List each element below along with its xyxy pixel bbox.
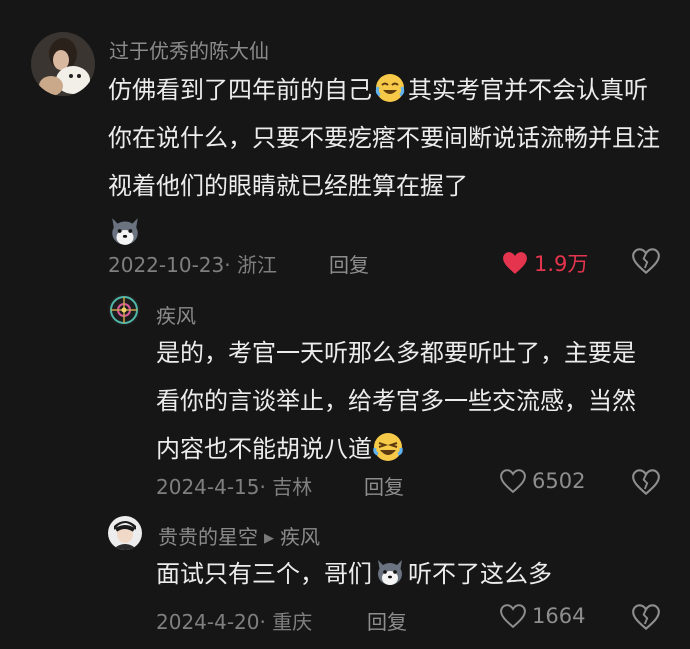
heart-outline-icon bbox=[500, 469, 526, 493]
reply-meta: 2024-4-15· 吉林 bbox=[156, 475, 313, 499]
avatar[interactable] bbox=[108, 516, 142, 550]
comment-text-part1: 仿佛看到了四年前的自己 bbox=[108, 76, 372, 104]
like-count: 1.9万 bbox=[534, 252, 589, 276]
like-button[interactable]: 1664 bbox=[500, 604, 585, 628]
reply-button[interactable]: 回复 bbox=[364, 471, 404, 500]
broken-heart-icon bbox=[632, 469, 660, 496]
heart-icon bbox=[503, 252, 527, 274]
reply-text: 是的，考官一天听那么多都要听吐了，主要是看你的言谈举止，给考官多一些交流感，当然… bbox=[156, 329, 656, 473]
play-arrow-icon: ▶ bbox=[264, 531, 274, 546]
reply-text-part2: 听不了这么多 bbox=[408, 560, 552, 588]
reply-text-part1: 面试只有三个，哥们 bbox=[156, 560, 372, 588]
username[interactable]: 疾风 bbox=[156, 300, 196, 329]
avatar-image bbox=[31, 32, 95, 96]
reply-item: 贵贵的星空 ▶ 疾风 面试只有三个，哥们 听不了这么多 2024-4-20· 重庆 … bbox=[0, 500, 690, 649]
like-button[interactable]: 1.9万 bbox=[502, 248, 588, 278]
laughing-emoji bbox=[373, 433, 403, 461]
heart-outline-icon bbox=[500, 604, 526, 628]
reply-text: 面试只有三个，哥们 听不了这么多 bbox=[156, 550, 656, 598]
comment-text: 仿佛看到了四年前的自己 其实考官并不会认真听你在说什么，只要不要疙瘩不要间断说话… bbox=[108, 66, 668, 258]
avatar-image bbox=[108, 294, 140, 326]
comment-item: 过于优秀的陈大仙 仿佛看到了四年前的自己 其实考官并不会认真听你在说什么，只要不… bbox=[0, 0, 690, 290]
broken-heart-icon bbox=[632, 604, 660, 631]
broken-heart-icon bbox=[632, 248, 660, 275]
like-count: 6502 bbox=[532, 469, 586, 493]
reply-button[interactable]: 回复 bbox=[367, 606, 407, 635]
avatar-image bbox=[108, 516, 142, 550]
comment-meta: 2022-10-23· 浙江 bbox=[108, 253, 277, 277]
dislike-button[interactable] bbox=[632, 248, 660, 278]
avatar[interactable] bbox=[108, 294, 140, 326]
avatar[interactable] bbox=[31, 32, 95, 96]
reply-button[interactable]: 回复 bbox=[329, 249, 369, 278]
username: 贵贵的星空 ▶ 疾风 bbox=[158, 521, 320, 550]
husky-emoji bbox=[112, 218, 138, 245]
dislike-button[interactable] bbox=[632, 604, 660, 634]
like-count: 1664 bbox=[532, 604, 586, 628]
username[interactable]: 过于优秀的陈大仙 bbox=[109, 35, 269, 64]
crying-laughing-emoji bbox=[375, 74, 405, 102]
reply-username[interactable]: 贵贵的星空 bbox=[158, 525, 258, 549]
dislike-button[interactable] bbox=[632, 469, 660, 499]
husky-emoji bbox=[378, 560, 402, 585]
like-button[interactable]: 6502 bbox=[500, 469, 585, 493]
reply-target-username[interactable]: 疾风 bbox=[280, 525, 320, 549]
reply-meta: 2024-4-20· 重庆 bbox=[156, 610, 313, 634]
reply-item: 疾风 是的，考官一天听那么多都要听吐了，主要是看你的言谈举止，给考官多一些交流感… bbox=[0, 290, 690, 500]
